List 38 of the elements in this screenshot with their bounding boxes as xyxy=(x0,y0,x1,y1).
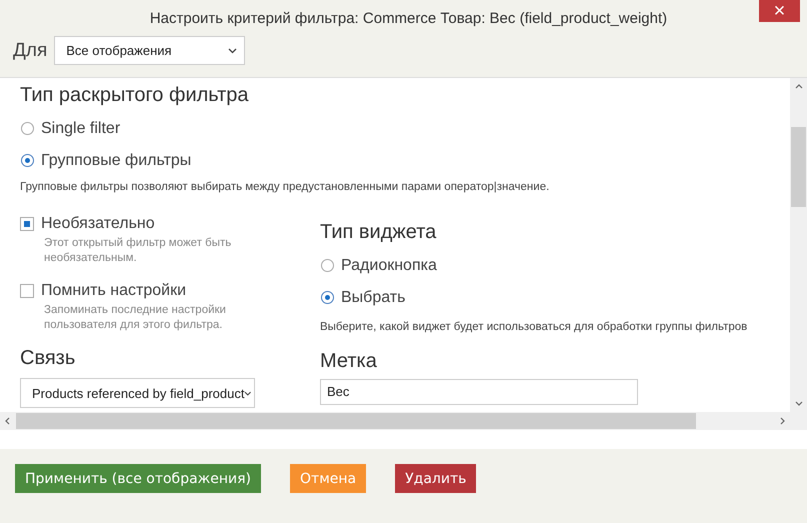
label-input[interactable]: Вес xyxy=(320,379,638,405)
dialog-title: Настроить критерий фильтра: Commerce Товар: Вес (field_product_weight) xyxy=(150,10,668,26)
checkbox[interactable] xyxy=(20,217,34,231)
radio-button[interactable] xyxy=(321,291,334,304)
for-label: Для xyxy=(13,40,48,62)
section-heading: Метка xyxy=(320,350,378,373)
section-heading: Тип виджета xyxy=(320,221,438,244)
relationship-select[interactable]: Products referenced by field_product xyxy=(20,378,255,408)
radio-button[interactable] xyxy=(21,122,34,135)
radio-label[interactable]: Групповые фильтры xyxy=(41,152,192,170)
checkbox-description: Запоминать последние настройки пользователя для этого фильтра. xyxy=(44,303,227,333)
radio-label[interactable]: Single filter xyxy=(41,120,120,138)
checkbox-label[interactable]: Помнить настройки xyxy=(41,282,186,300)
chevron-down-icon xyxy=(244,390,252,396)
close-button[interactable]: × xyxy=(759,0,800,22)
checkbox-label[interactable]: Необязательно xyxy=(41,215,155,233)
radio-label[interactable]: Радиокнопка xyxy=(341,256,437,274)
radio-button[interactable] xyxy=(21,154,34,167)
description-text: Выберите, какой виджет будет использоваться для обработки группы фильтров xyxy=(320,320,748,335)
horizontal-scrollbar[interactable] xyxy=(0,412,807,430)
chevron-right-icon xyxy=(780,417,785,425)
scrollbar-thumb[interactable] xyxy=(16,413,696,429)
delete-button[interactable]: Удалить xyxy=(395,464,476,493)
checkbox[interactable] xyxy=(20,284,34,298)
radio-label[interactable]: Выбрать xyxy=(341,288,406,306)
checkbox-description: Этот открытый фильтр может быть необязательным. xyxy=(44,236,232,266)
chevron-up-icon xyxy=(794,84,802,89)
description-text: Групповые фильтры позволяют выбирать между предустановленными парами оператор|значение. xyxy=(20,181,550,193)
section-heading: Тип раскрытого фильтра xyxy=(20,84,250,107)
radio-button[interactable] xyxy=(321,259,334,272)
scrollbar-thumb[interactable] xyxy=(791,127,806,207)
chevron-down-icon xyxy=(794,401,802,406)
display-select[interactable]: Все отображения xyxy=(54,36,246,65)
vertical-scrollbar[interactable] xyxy=(790,78,807,412)
apply-button[interactable]: Применить (все отображения) xyxy=(15,464,262,493)
section-heading: Связь xyxy=(20,347,76,370)
chevron-down-icon xyxy=(228,48,238,54)
chevron-left-icon xyxy=(5,417,10,425)
